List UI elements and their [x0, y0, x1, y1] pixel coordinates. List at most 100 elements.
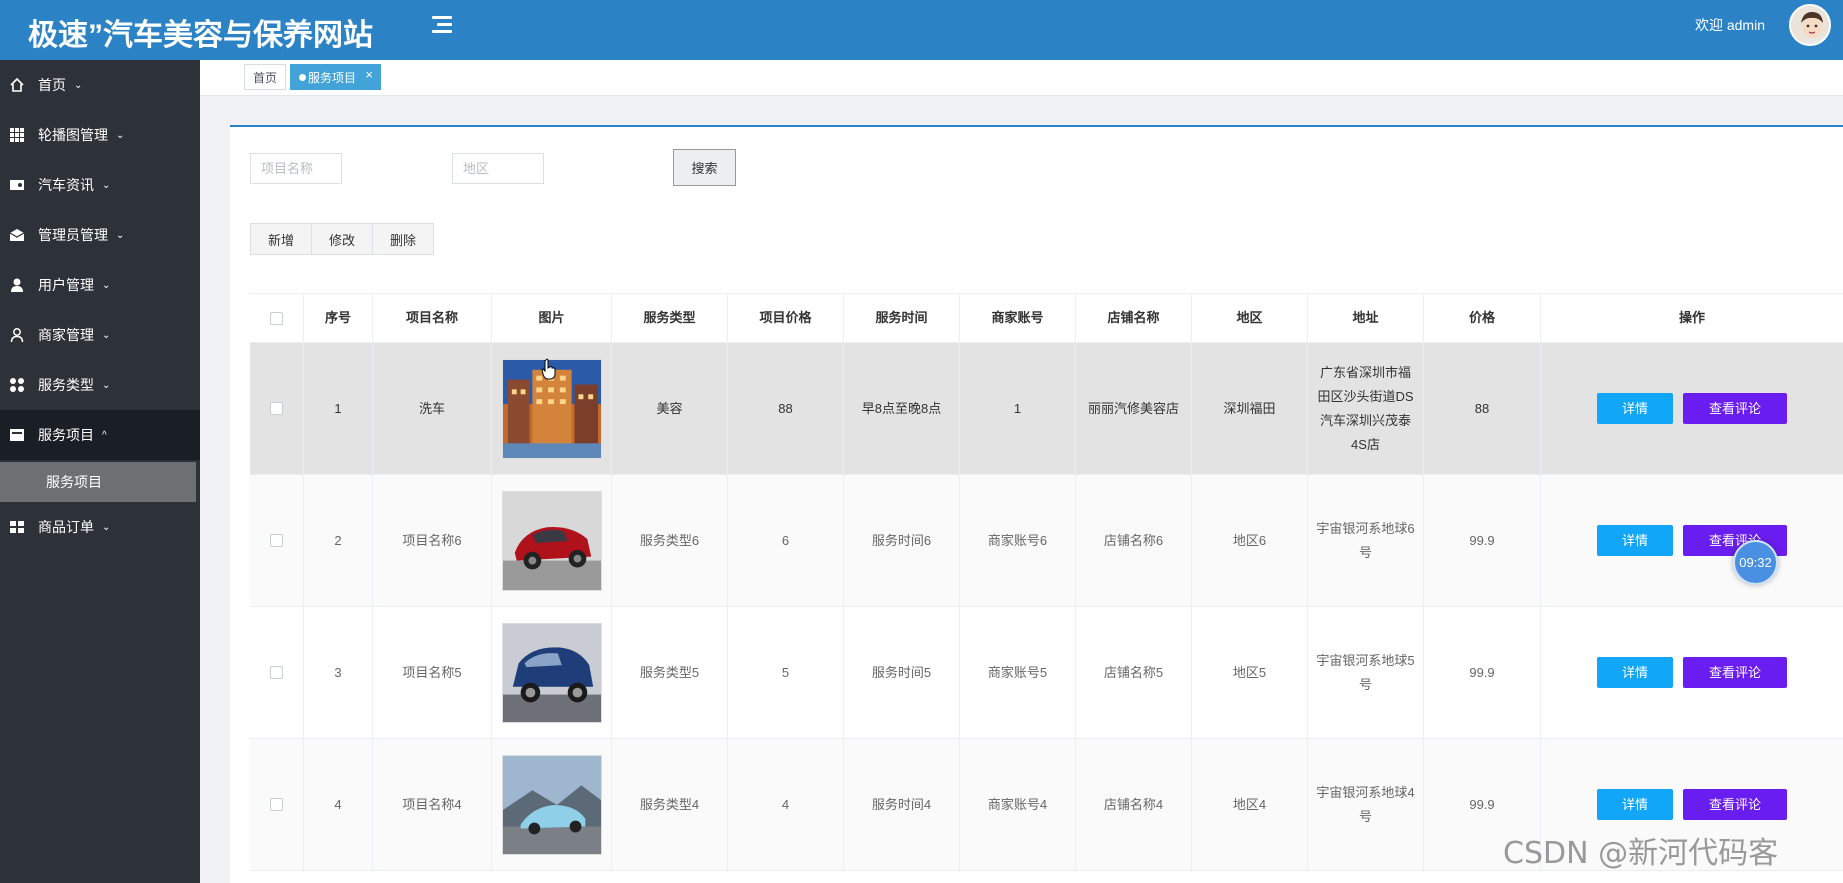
- row-checkbox[interactable]: [270, 666, 283, 679]
- apps-icon: [8, 376, 26, 394]
- table-header-row: 序号 项目名称 图片 服务类型 项目价格 服务时间 商家账号 店铺名称 地区 地…: [250, 294, 1843, 343]
- sidebar-item-merchants[interactable]: 商家管理 ⌄: [0, 310, 200, 360]
- header-checkbox-cell: [250, 294, 304, 342]
- column-header: 店铺名称: [1076, 294, 1192, 342]
- table-row[interactable]: 3 项目名称5 服务类型5 5 服务时间5 商家账号5 店铺名称5 地区5 宇宙…: [250, 607, 1843, 739]
- sidebar-item-orders[interactable]: 商品订单 ⌄: [0, 502, 200, 552]
- cell-image: [492, 739, 612, 870]
- home-icon: [8, 76, 26, 94]
- sidebar-item-service-types[interactable]: 服务类型 ⌄: [0, 360, 200, 410]
- sidebar-item-admins[interactable]: 管理员管理 ⌄: [0, 210, 200, 260]
- search-name-input[interactable]: [250, 153, 342, 184]
- tab-home[interactable]: 首页: [244, 64, 287, 90]
- red-car-image[interactable]: [501, 490, 602, 591]
- sports-car-image[interactable]: [501, 754, 602, 855]
- cell-name: 项目名称6: [373, 475, 492, 606]
- tab-bar: 首页 服务项目 ×: [200, 60, 1843, 96]
- cell-address: 宇宙银河系地球4号: [1308, 739, 1424, 870]
- cell-price: 99.9: [1424, 475, 1541, 606]
- wallet-icon: [8, 176, 26, 194]
- close-icon[interactable]: ×: [365, 67, 373, 82]
- checkbox-cell: [250, 607, 304, 738]
- detail-button[interactable]: 详情: [1597, 657, 1673, 688]
- sidebar-item-label: 服务类型: [38, 377, 94, 393]
- tab-service-items[interactable]: 服务项目 ×: [290, 64, 382, 90]
- select-all-checkbox[interactable]: [270, 311, 283, 325]
- user-outline-icon: [8, 326, 26, 344]
- sidebar-item-service-items[interactable]: 服务项目 ^: [0, 410, 200, 460]
- sidebar-item-label: 商品订单: [38, 519, 94, 535]
- sidebar: 首页 ⌄ 轮播图管理 ⌄ 汽车资讯 ⌄ 管理员管理 ⌄ 用户管理 ⌄ 商家管理 …: [0, 60, 200, 883]
- checkbox-cell: [250, 343, 304, 474]
- column-header: 操作: [1678, 310, 1705, 325]
- column-header: 项目价格: [728, 294, 844, 342]
- cell-image: [492, 607, 612, 738]
- cell-region: 地区5: [1192, 607, 1308, 738]
- column-header: 商家账号: [960, 294, 1076, 342]
- table-icon: [8, 518, 26, 536]
- sidebar-subitem-service-items[interactable]: 服务项目: [0, 462, 196, 502]
- column-header: 地址: [1308, 294, 1424, 342]
- cell-actions: 详情 查看评论: [1541, 343, 1843, 474]
- detail-button[interactable]: 详情: [1597, 789, 1673, 820]
- blue-suv-image[interactable]: [501, 622, 602, 723]
- sidebar-item-label: 商家管理: [38, 327, 94, 343]
- column-header: 地区: [1192, 294, 1308, 342]
- edit-button[interactable]: 修改: [311, 223, 373, 255]
- detail-button[interactable]: 详情: [1597, 525, 1673, 556]
- chevron-down-icon: ⌄: [102, 329, 111, 341]
- search-region-input[interactable]: [452, 153, 544, 184]
- floating-timer[interactable]: 09:32: [1733, 540, 1778, 585]
- cell-address: 广东省深圳市福田区沙头街道DS汽车深圳兴茂泰4S店: [1308, 343, 1424, 474]
- envelope-icon: [8, 226, 26, 244]
- view-reviews-button[interactable]: 查看评论: [1683, 657, 1787, 688]
- sidebar-item-banner[interactable]: 轮播图管理 ⌄: [0, 110, 200, 160]
- search-button[interactable]: 搜索: [673, 149, 736, 186]
- sidebar-item-users[interactable]: 用户管理 ⌄: [0, 260, 200, 310]
- view-reviews-button[interactable]: 查看评论: [1683, 393, 1787, 424]
- delete-button[interactable]: 删除: [372, 223, 434, 255]
- avatar[interactable]: [1789, 4, 1831, 46]
- chevron-down-icon: ⌄: [102, 379, 111, 391]
- app-title: 极速”汽车美容与保养网站: [28, 19, 373, 52]
- cell-account: 1: [960, 343, 1076, 474]
- add-button[interactable]: 新增: [250, 223, 312, 255]
- cell-no: 3: [304, 607, 373, 738]
- sidebar-item-label: 用户管理: [38, 277, 94, 293]
- column-header: 服务类型: [612, 294, 728, 342]
- detail-button[interactable]: 详情: [1597, 393, 1673, 424]
- cell-item-price: 4: [728, 739, 844, 870]
- action-toolbar: 新增 修改 删除: [250, 223, 434, 255]
- sidebar-item-news[interactable]: 汽车资讯 ⌄: [0, 160, 200, 210]
- table-row[interactable]: 2 项目名称6 服务类型6 6 服务时间6 商家账号6 店铺名称6 地区6 宇宙…: [250, 475, 1843, 607]
- welcome-text: 欢迎 admin: [1694, 17, 1765, 33]
- cell-no: 4: [304, 739, 373, 870]
- menu-toggle-icon[interactable]: [432, 16, 452, 34]
- row-checkbox[interactable]: [270, 798, 283, 811]
- view-reviews-button[interactable]: 查看评论: [1683, 789, 1787, 820]
- row-checkbox[interactable]: [270, 534, 283, 547]
- cell-account: 商家账号4: [960, 739, 1076, 870]
- grid-icon: [8, 126, 26, 144]
- row-checkbox[interactable]: [270, 402, 283, 415]
- csdn-watermark: CSDN @新河代码客: [1503, 836, 1779, 871]
- tab-label: 服务项目: [308, 70, 357, 85]
- cell-image: [492, 475, 612, 606]
- cell-item-price: 5: [728, 607, 844, 738]
- service-items-table: 序号 项目名称 图片 服务类型 项目价格 服务时间 商家账号 店铺名称 地区 地…: [250, 293, 1843, 871]
- active-dot-icon: [299, 73, 306, 81]
- cell-name: 项目名称4: [373, 739, 492, 870]
- sidebar-item-home[interactable]: 首页 ⌄: [0, 60, 200, 110]
- chevron-down-icon: ⌄: [102, 279, 111, 291]
- cell-no: 1: [304, 343, 373, 474]
- cell-name: 项目名称5: [373, 607, 492, 738]
- cell-no: 2: [304, 475, 373, 606]
- cell-type: 美容: [612, 343, 728, 474]
- user-icon: [8, 276, 26, 294]
- checkbox-cell: [250, 475, 304, 606]
- cell-actions: 详情 查看评论: [1541, 607, 1843, 738]
- chevron-down-icon: ⌄: [116, 129, 125, 141]
- table-row[interactable]: 1 洗车 美容 88 早8点至晚8点 1 丽丽汽修美容店 深圳福田 广东省深圳市…: [250, 343, 1843, 475]
- cell-name: 洗车: [373, 343, 492, 474]
- cell-region: 地区4: [1192, 739, 1308, 870]
